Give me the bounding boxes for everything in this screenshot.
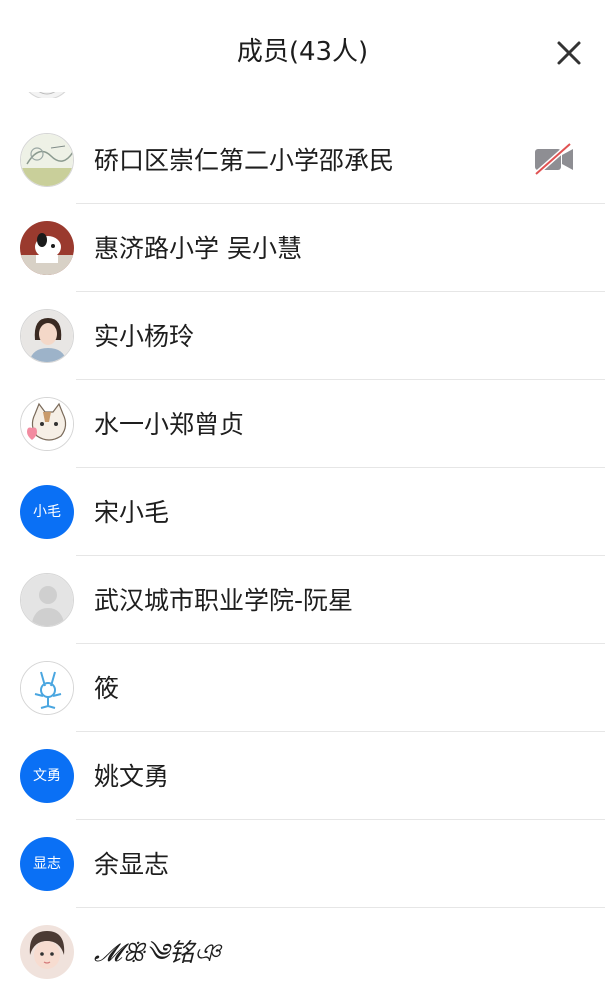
avatar: 文勇 bbox=[20, 749, 74, 803]
member-name: 硚口区崇仁第二小学邵承民 bbox=[94, 146, 395, 175]
avatar bbox=[20, 925, 74, 979]
avatar bbox=[20, 661, 74, 715]
member-name: 姚文勇 bbox=[94, 762, 170, 791]
member-row[interactable]: 𝓜ꕥ༄铭ঞ bbox=[0, 908, 605, 994]
avatar: 小毛 bbox=[20, 485, 74, 539]
member-row[interactable]: 筱 bbox=[0, 644, 605, 732]
avatar bbox=[20, 309, 74, 363]
camera-off-icon bbox=[532, 141, 576, 177]
page-title: 成员(43人) bbox=[236, 37, 369, 67]
member-name: 惠济路小学 吴小慧 bbox=[94, 234, 302, 263]
close-icon bbox=[557, 41, 581, 65]
avatar: 显志 bbox=[20, 837, 74, 891]
avatar bbox=[20, 397, 74, 451]
member-list: 硚口区崇仁第二小学邵承民 惠济路小学 吴小慧 实小杨玲 水一小郑曾贞 小毛 宋小… bbox=[0, 28, 605, 994]
member-row[interactable]: 文勇 姚文勇 bbox=[0, 732, 605, 820]
member-name: 𝓜ꕥ༄铭ঞ bbox=[94, 938, 221, 967]
header-bar: 成员(43人) bbox=[0, 0, 605, 92]
member-row[interactable]: 惠济路小学 吴小慧 bbox=[0, 204, 605, 292]
member-list-screen: 硚口区崇仁第二小学邵承民 惠济路小学 吴小慧 实小杨玲 水一小郑曾贞 小毛 宋小… bbox=[0, 0, 605, 994]
member-row[interactable]: 实小杨玲 bbox=[0, 292, 605, 380]
member-name: 筱 bbox=[94, 674, 120, 703]
member-name: 宋小毛 bbox=[94, 498, 170, 527]
member-name: 余显志 bbox=[94, 850, 170, 879]
member-row[interactable]: 水一小郑曾贞 bbox=[0, 380, 605, 468]
member-row[interactable]: 武汉城市职业学院-阮星 bbox=[0, 556, 605, 644]
close-button[interactable] bbox=[550, 34, 588, 72]
member-name: 水一小郑曾贞 bbox=[94, 410, 245, 439]
member-row[interactable]: 硚口区崇仁第二小学邵承民 bbox=[0, 116, 605, 204]
avatar bbox=[20, 133, 74, 187]
avatar bbox=[20, 221, 74, 275]
member-row[interactable]: 小毛 宋小毛 bbox=[0, 468, 605, 556]
member-name: 实小杨玲 bbox=[94, 322, 195, 351]
member-row[interactable]: 显志 余显志 bbox=[0, 820, 605, 908]
member-name: 武汉城市职业学院-阮星 bbox=[94, 586, 354, 615]
default-user-icon bbox=[20, 573, 74, 627]
